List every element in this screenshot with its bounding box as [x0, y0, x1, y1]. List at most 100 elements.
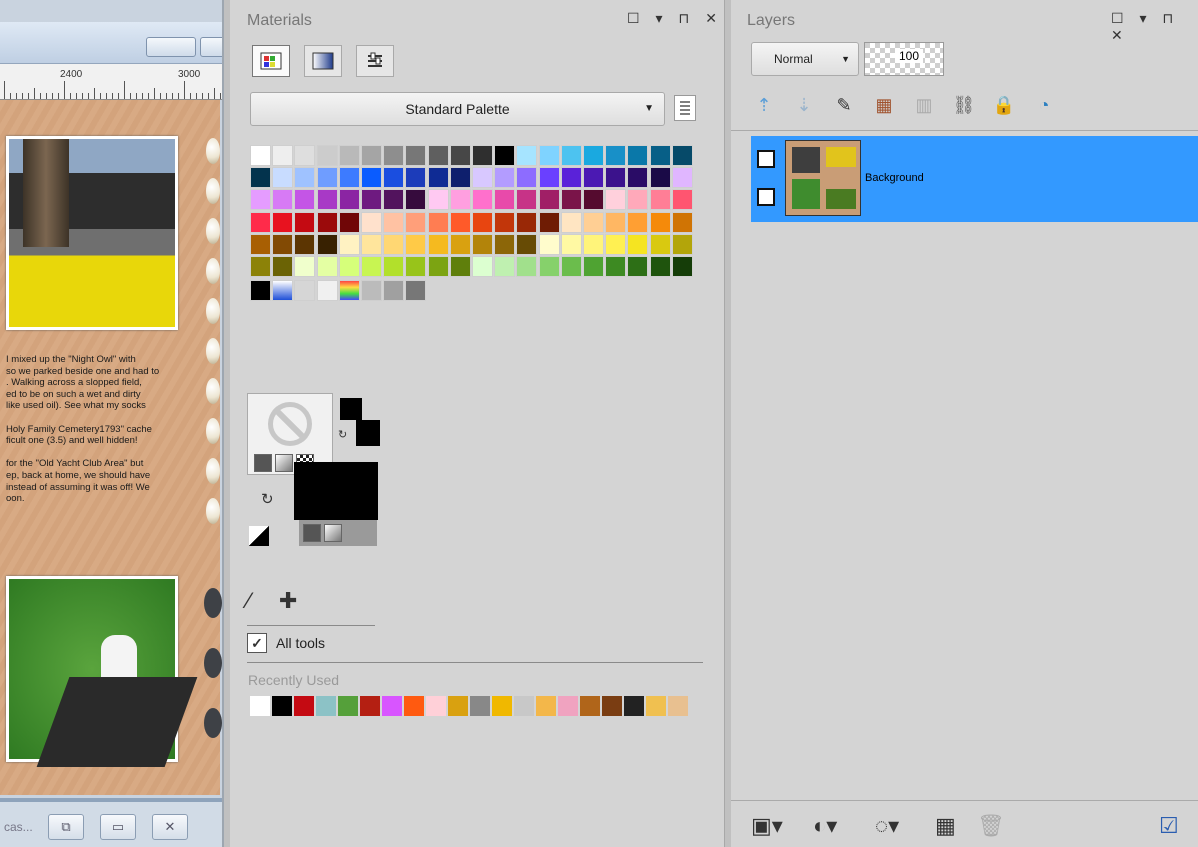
recent-color-swatch[interactable] [535, 695, 557, 717]
recent-color-swatch[interactable] [359, 695, 381, 717]
color-swatch[interactable] [405, 167, 427, 189]
color-swatch[interactable] [250, 256, 271, 277]
palette-dropdown[interactable]: Standard Palette ▼ [250, 92, 665, 126]
color-swatch[interactable] [472, 233, 493, 255]
color-swatch[interactable] [516, 145, 538, 166]
color-swatch[interactable] [494, 189, 516, 211]
image-canvas-window[interactable]: 2400 3000 I mixed up the "Night Owl" wit… [0, 0, 224, 847]
color-swatch[interactable] [538, 145, 560, 166]
color-swatch[interactable] [671, 167, 693, 189]
color-swatch[interactable] [538, 233, 560, 255]
swap-styles-icon[interactable]: ↻ [261, 490, 274, 508]
color-swatch[interactable] [361, 211, 382, 233]
recent-color-swatch[interactable] [337, 695, 359, 717]
color-swatch[interactable] [449, 233, 471, 255]
color-swatch[interactable] [605, 256, 627, 277]
color-swatch[interactable] [494, 233, 516, 255]
palette-menu-icon[interactable] [674, 95, 696, 121]
recent-color-swatch[interactable] [469, 695, 491, 717]
color-swatch[interactable] [405, 189, 427, 211]
color-swatch[interactable] [583, 167, 604, 189]
layer-row-background[interactable]: Background [751, 136, 1198, 222]
special-swatch[interactable] [316, 280, 338, 301]
color-swatch[interactable] [516, 211, 538, 233]
color-swatch[interactable] [494, 256, 516, 277]
background-style-swatch[interactable] [294, 462, 378, 520]
color-swatch[interactable] [338, 145, 360, 166]
color-swatch[interactable] [649, 256, 671, 277]
color-swatch[interactable] [627, 211, 649, 233]
special-swatch[interactable] [250, 280, 271, 301]
color-swatch[interactable] [538, 167, 560, 189]
color-swatch[interactable] [383, 256, 405, 277]
color-swatch[interactable] [272, 256, 294, 277]
color-swatch[interactable] [361, 145, 382, 166]
color-swatch[interactable] [272, 145, 294, 166]
color-swatch[interactable] [361, 256, 382, 277]
float-icon[interactable]: ☐ [1111, 10, 1124, 27]
color-swatch[interactable] [316, 211, 338, 233]
menu-dropdown-icon[interactable]: ▾ [1139, 10, 1146, 27]
eyedropper-icon[interactable]: ⁄ [247, 588, 251, 613]
recent-color-swatch[interactable] [667, 695, 689, 717]
color-swatch[interactable] [605, 167, 627, 189]
layer-properties-icon[interactable]: ▦ [871, 92, 897, 118]
special-swatch[interactable] [405, 280, 427, 301]
color-swatch[interactable] [583, 211, 604, 233]
color-swatch[interactable] [627, 189, 649, 211]
color-swatch[interactable] [383, 189, 405, 211]
color-swatch[interactable] [316, 256, 338, 277]
color-swatch[interactable] [449, 167, 471, 189]
link-icon[interactable]: ⛓ [951, 92, 977, 118]
pin-icon[interactable]: ⊓ [678, 10, 689, 27]
color-swatch[interactable] [405, 145, 427, 166]
color-swatch[interactable] [361, 233, 382, 255]
color-swatch[interactable] [405, 256, 427, 277]
color-style-button[interactable] [254, 454, 272, 472]
color-swatch[interactable] [560, 167, 582, 189]
color-swatch[interactable] [405, 211, 427, 233]
color-swatch[interactable] [361, 167, 382, 189]
color-swatch[interactable] [449, 145, 471, 166]
color-style-button[interactable] [303, 524, 321, 542]
color-swatch[interactable] [472, 189, 493, 211]
color-swatch[interactable] [472, 211, 493, 233]
color-swatch[interactable] [649, 167, 671, 189]
color-swatch[interactable] [671, 145, 693, 166]
color-swatch[interactable] [671, 233, 693, 255]
crosshair-icon[interactable]: ✚ [279, 588, 297, 613]
color-swatch[interactable] [294, 145, 316, 166]
color-swatch[interactable] [627, 256, 649, 277]
color-swatch[interactable] [338, 211, 360, 233]
move-layer-down-icon[interactable]: ⇣ [791, 92, 817, 118]
minimized-window-label[interactable]: cas... [4, 820, 33, 834]
color-swatch[interactable] [272, 233, 294, 255]
color-swatch[interactable] [294, 256, 316, 277]
color-swatch[interactable] [671, 256, 693, 277]
recent-color-swatch[interactable] [403, 695, 425, 717]
color-swatch[interactable] [250, 145, 271, 166]
close-icon[interactable]: ✕ [152, 814, 188, 840]
color-swatch[interactable] [560, 189, 582, 211]
color-swatch[interactable] [472, 256, 493, 277]
recent-color-swatch[interactable] [249, 695, 271, 717]
edit-selection-icon[interactable]: ✎ [831, 92, 857, 118]
color-swatch[interactable] [627, 145, 649, 166]
special-swatch[interactable] [361, 280, 382, 301]
all-tools-checkbox[interactable]: ✓ [247, 633, 267, 653]
lock-icon[interactable]: 🔒 [991, 92, 1017, 118]
move-layer-up-icon[interactable]: ⇡ [751, 92, 777, 118]
color-swatch[interactable] [538, 256, 560, 277]
color-swatch[interactable] [605, 189, 627, 211]
color-swatch[interactable] [294, 211, 316, 233]
background-color-swatch[interactable] [356, 420, 380, 446]
color-swatch[interactable] [449, 189, 471, 211]
pin-icon[interactable]: ⊓ [1162, 10, 1173, 27]
color-swatch[interactable] [472, 145, 493, 166]
color-swatch[interactable] [250, 211, 271, 233]
color-swatch[interactable] [338, 233, 360, 255]
color-swatch[interactable] [294, 167, 316, 189]
rainbow-tab-button[interactable] [304, 45, 342, 77]
color-swatch[interactable] [427, 233, 449, 255]
color-swatch[interactable] [427, 167, 449, 189]
